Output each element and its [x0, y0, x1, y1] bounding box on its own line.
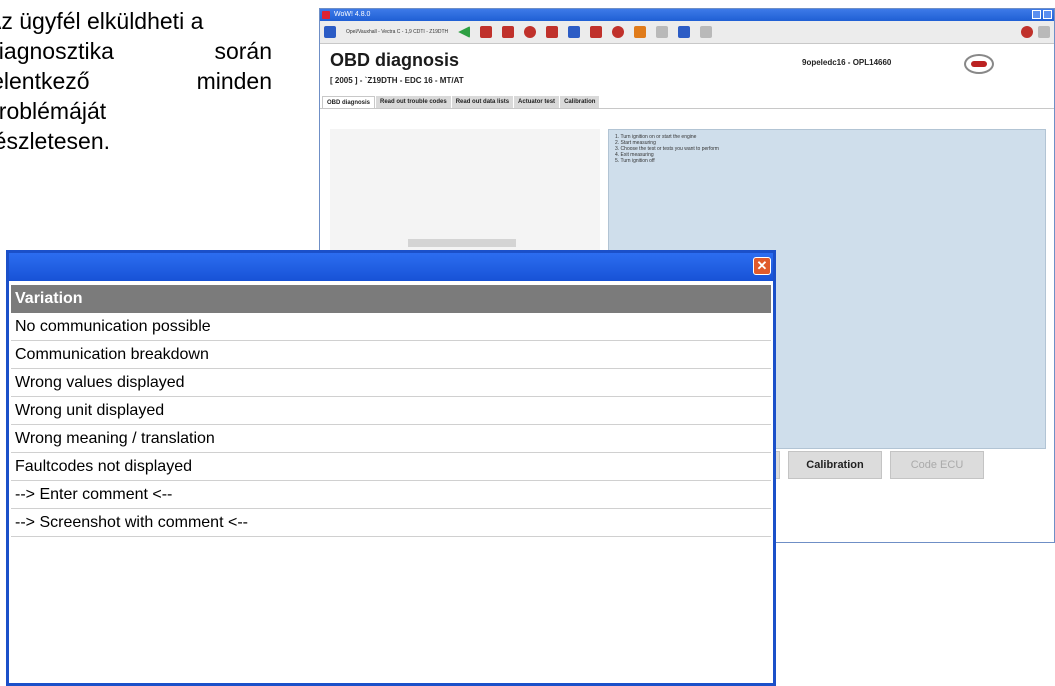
page-heading: OBD diagnosis [ 2005 ] - `Z19DTH - EDC 1… [320, 44, 1054, 96]
slide-line-1: Az ügyfél elküldheti a [0, 8, 204, 34]
car-icon[interactable] [324, 26, 336, 38]
back-arrow-icon[interactable] [458, 26, 471, 38]
toolbar-right-icons [1021, 26, 1050, 38]
app-titlebar[interactable]: WoW! 4.8.0 [320, 9, 1054, 21]
info-icon[interactable] [634, 26, 647, 38]
clock-icon[interactable] [524, 26, 537, 38]
tab-calibration[interactable]: Calibration [560, 96, 600, 108]
tab-read-trouble-codes[interactable]: Read out trouble codes [376, 96, 451, 108]
slide-text: Az ügyfél elküldheti a diagnosztikasorán… [0, 6, 272, 156]
variation-dialog: ✕ Variation No communication possible Co… [6, 250, 776, 686]
tab-actuator-test[interactable]: Actuator test [514, 96, 560, 108]
code-ecu-button: Code ECU [890, 451, 984, 479]
progress-placeholder [408, 239, 516, 247]
diagnostic-icon[interactable] [568, 26, 581, 38]
tab-obd-diagnosis[interactable]: OBD diagnosis [322, 96, 376, 108]
monitor-icon[interactable] [678, 26, 691, 38]
calibration-button[interactable]: Calibration [788, 451, 882, 479]
slide-line-3: jelentkezőminden [0, 68, 272, 94]
variation-option[interactable]: Wrong values displayed [11, 369, 771, 397]
ecu-id: 9opeledc16 - OPL14660 [802, 58, 892, 67]
variation-option[interactable]: Communication breakdown [11, 341, 771, 369]
slide-line-2: diagnosztikasorán [0, 38, 272, 64]
calendar-icon[interactable] [502, 26, 515, 38]
vehicle-subtitle: [ 2005 ] - `Z19DTH - EDC 16 - MT/AT [330, 76, 464, 85]
flag-icon[interactable] [1038, 26, 1050, 38]
variation-option[interactable]: Faultcodes not displayed [11, 453, 771, 481]
variation-header: Variation [11, 285, 771, 313]
instruction-step: 5. Turn ignition off [615, 158, 655, 164]
app-window-title: WoW! 4.8.0 [334, 11, 371, 18]
window-controls [1032, 10, 1052, 19]
minimize-icon[interactable] [1032, 10, 1041, 19]
variation-option[interactable]: No communication possible [11, 313, 771, 341]
page-title: OBD diagnosis [330, 50, 460, 70]
breadcrumb: Opel/Vauxhall - Vectra C - 1,9 CDTI - Z1… [346, 29, 449, 35]
slide-line-5: részletesen. [0, 128, 111, 154]
document-icon[interactable] [700, 26, 713, 38]
tab-read-data-lists[interactable]: Read out data lists [451, 96, 514, 108]
close-icon[interactable]: ✕ [753, 257, 771, 275]
maximize-icon[interactable] [1043, 10, 1052, 19]
tab-bar: OBD diagnosis Read out trouble codes Rea… [320, 96, 1054, 109]
stop-icon[interactable] [1021, 26, 1033, 38]
variation-option[interactable]: Wrong meaning / translation [11, 425, 771, 453]
enter-comment-option[interactable]: --> Enter comment <-- [11, 481, 771, 509]
dialog-titlebar[interactable]: ✕ [9, 253, 773, 281]
wow-icon[interactable] [612, 26, 625, 38]
screenshot-comment-option[interactable]: --> Screenshot with comment <-- [11, 509, 771, 537]
print-icon[interactable] [656, 26, 669, 38]
tools-icon[interactable] [590, 26, 603, 38]
app-toolbar: Opel/Vauxhall - Vectra C - 1,9 CDTI - Z1… [320, 21, 1054, 44]
wrench-icon[interactable] [546, 26, 559, 38]
book-icon[interactable] [480, 26, 493, 38]
wow-logo [964, 54, 994, 74]
slide-line-4: problémáját [0, 98, 107, 124]
app-icon [322, 11, 330, 19]
variation-option[interactable]: Wrong unit displayed [11, 397, 771, 425]
